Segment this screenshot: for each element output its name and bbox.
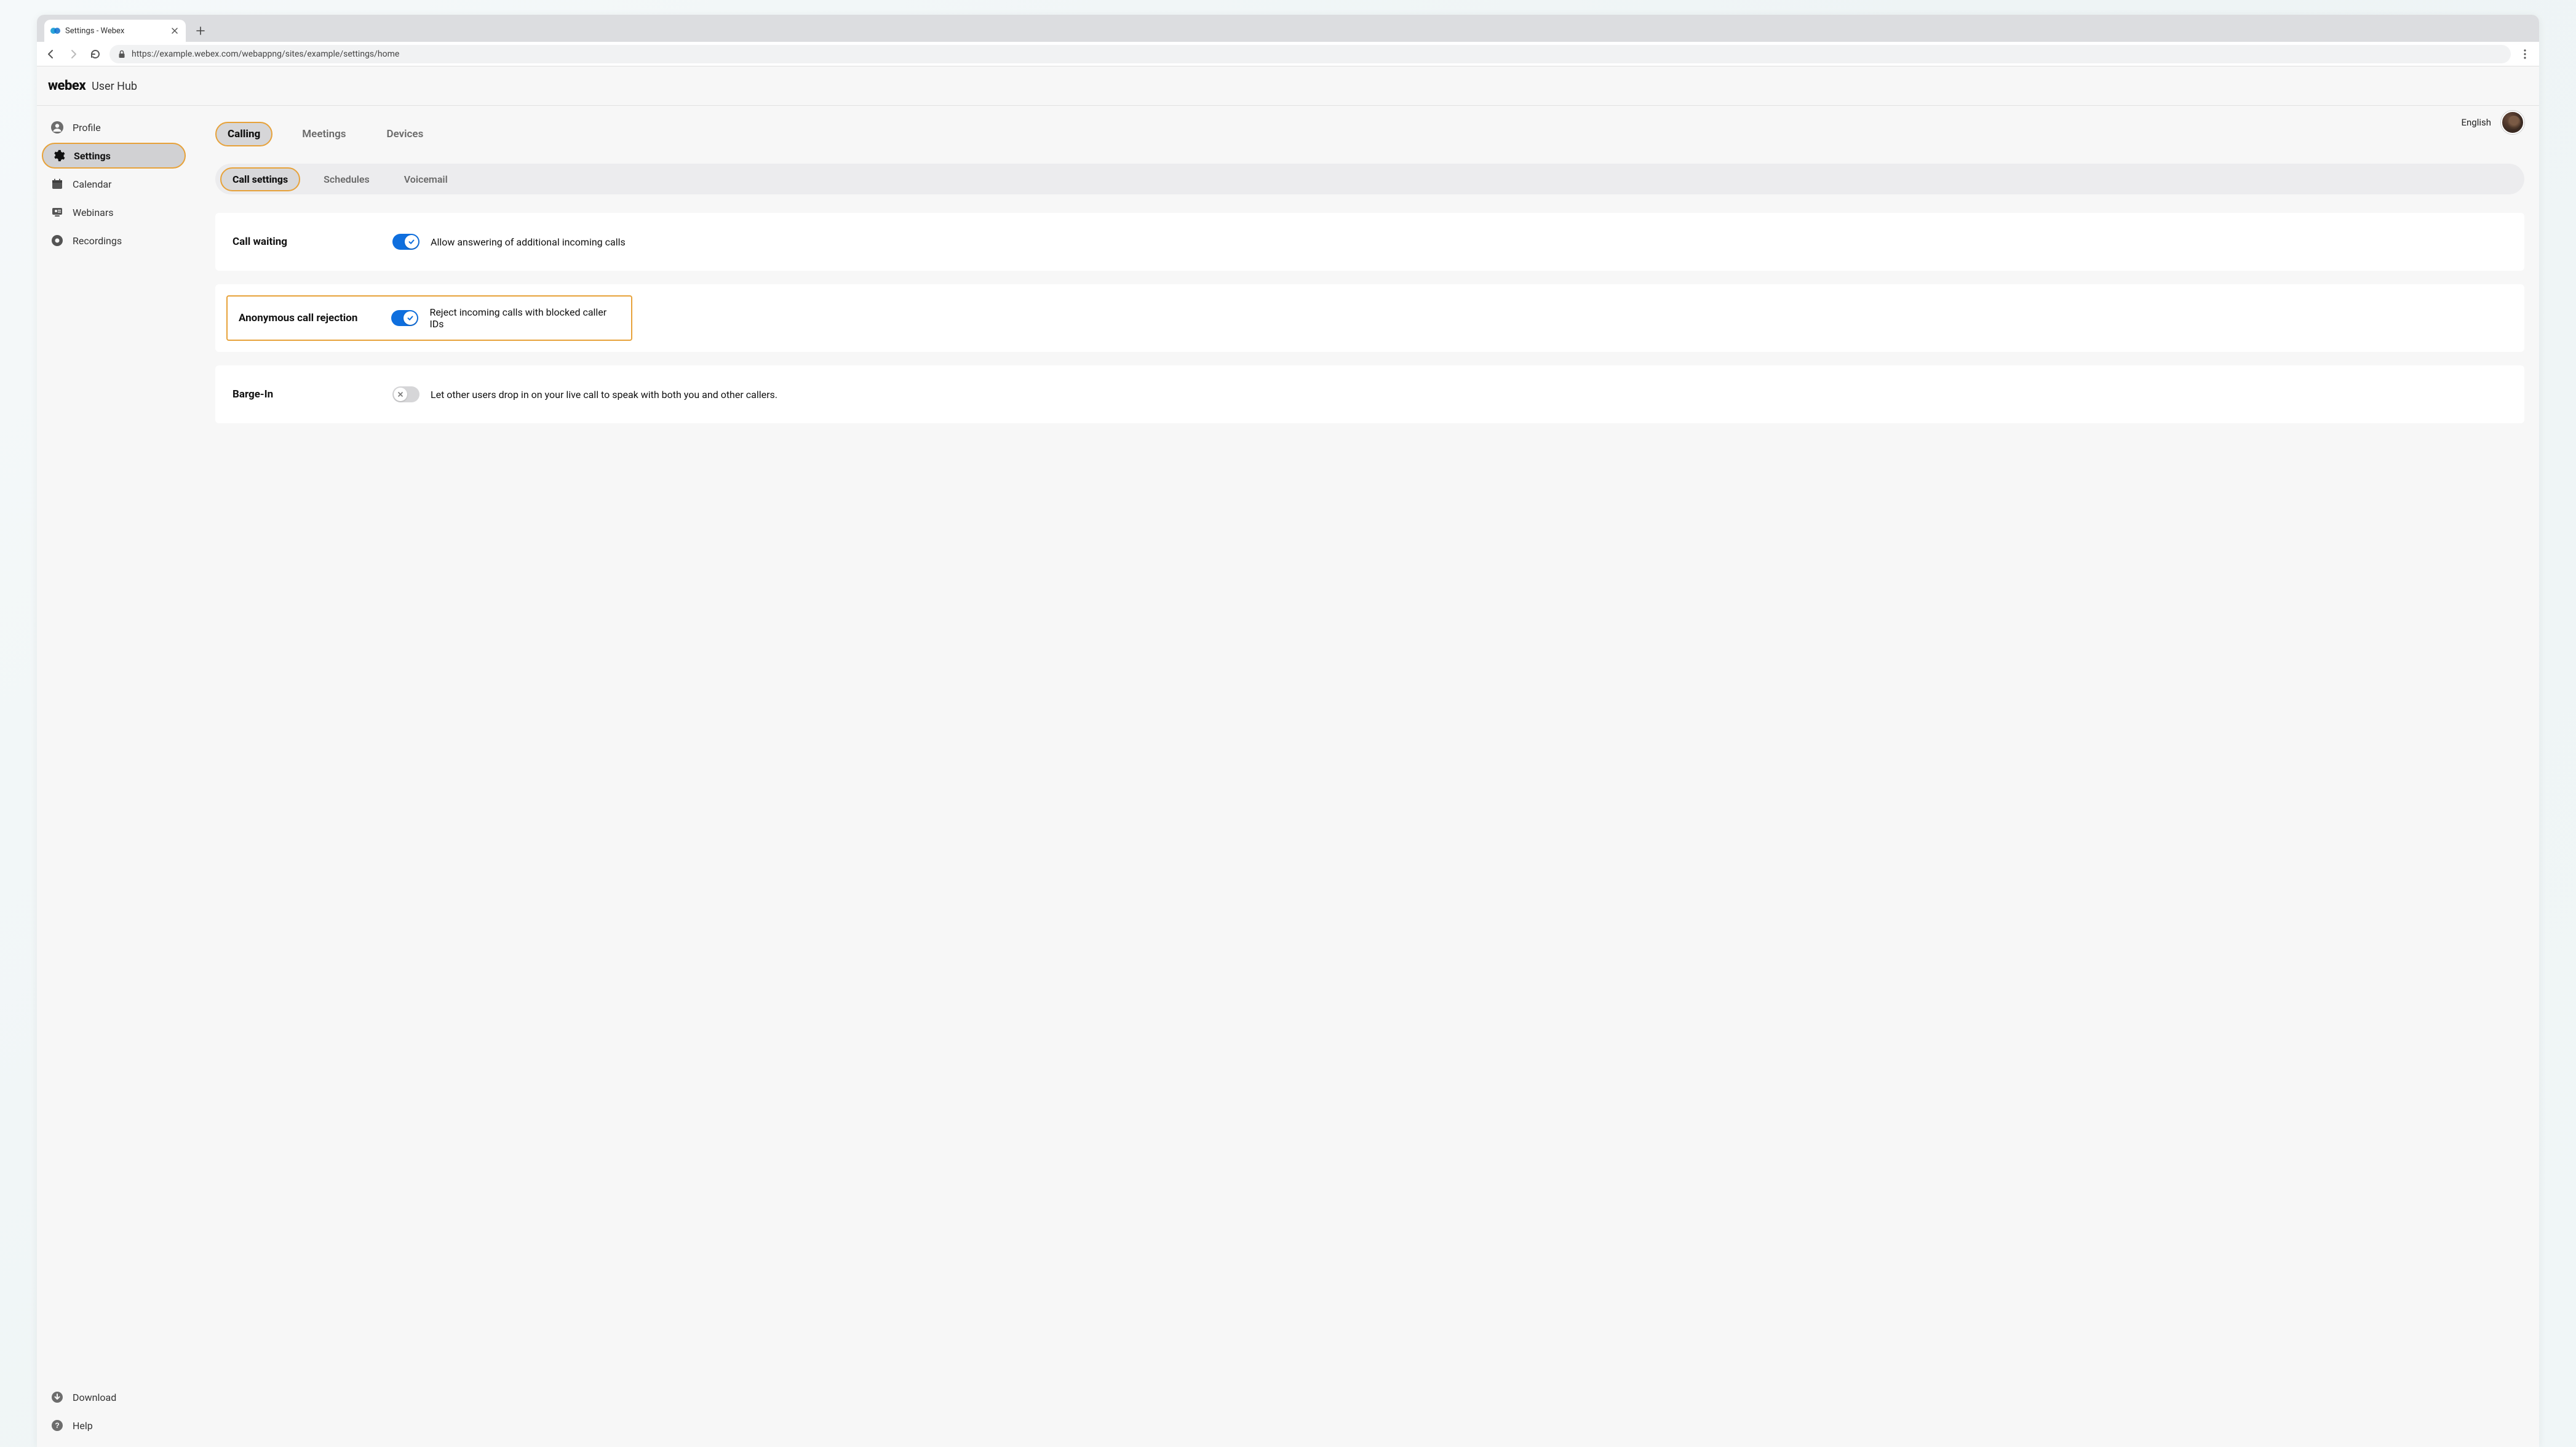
sidebar-item-settings[interactable]: Settings <box>42 143 186 169</box>
setting-title: Anonymous call rejection <box>239 312 391 324</box>
sidebar-item-profile[interactable]: Profile <box>42 114 186 140</box>
browser-tab-title: Settings - Webex <box>65 26 124 36</box>
setting-card-anon-reject: Anonymous call rejection Reject incoming… <box>215 284 2524 352</box>
app-root: webex User Hub Profile <box>37 66 2539 1447</box>
check-icon <box>403 311 417 325</box>
person-icon <box>50 121 64 134</box>
app-body: Profile Settings Calendar <box>37 106 2539 1447</box>
record-icon <box>50 234 64 247</box>
calendar-icon <box>50 177 64 191</box>
sidebar-item-label: Help <box>73 1420 93 1432</box>
svg-text:?: ? <box>55 1421 59 1430</box>
language-selector[interactable]: English <box>2461 117 2491 128</box>
sub-tabs: Call settings Schedules Voicemail <box>215 164 2524 194</box>
setting-desc: Reject incoming calls with blocked calle… <box>429 306 620 330</box>
sidebar: Profile Settings Calendar <box>37 106 191 1447</box>
tab-meetings[interactable]: Meetings <box>291 123 357 145</box>
sidebar-item-label: Calendar <box>73 178 111 190</box>
highlighted-setting: Anonymous call rejection Reject incoming… <box>226 295 632 341</box>
header-actions: English <box>2461 111 2524 134</box>
sidebar-item-label: Recordings <box>73 235 122 247</box>
sidebar-item-download[interactable]: Download <box>42 1384 186 1410</box>
brand: webex User Hub <box>48 78 137 94</box>
webex-favicon <box>50 26 60 36</box>
app-header: webex User Hub <box>37 66 2539 106</box>
browser-tab-strip: Settings - Webex <box>37 15 2539 42</box>
x-icon <box>394 388 407 401</box>
setting-card-barge-in: Barge-In Let other users drop in on your… <box>215 365 2524 423</box>
toggle-call-waiting[interactable] <box>392 234 419 250</box>
browser-window: Settings - Webex https://example.webex.c… <box>37 15 2539 1447</box>
forward-button[interactable] <box>65 46 81 62</box>
url-text: https://example.webex.com/webappng/sites… <box>132 49 399 59</box>
sidebar-item-label: Download <box>73 1392 116 1403</box>
download-icon <box>50 1390 64 1404</box>
sidebar-item-label: Profile <box>73 122 101 134</box>
primary-tabs: Calling Meetings Devices <box>215 122 2524 146</box>
subtab-call-settings[interactable]: Call settings <box>220 167 300 191</box>
lock-icon <box>118 50 125 58</box>
setting-title: Call waiting <box>233 236 392 248</box>
toggle-anon-reject[interactable] <box>391 310 418 326</box>
help-icon: ? <box>50 1419 64 1432</box>
browser-toolbar: https://example.webex.com/webappng/sites… <box>37 42 2539 66</box>
subtab-schedules[interactable]: Schedules <box>312 169 381 190</box>
main-content: English Calling Meetings Devices Call se… <box>191 106 2539 1447</box>
subtab-voicemail[interactable]: Voicemail <box>393 169 459 190</box>
settings-list: Call waiting Allow answering of addition… <box>215 213 2524 423</box>
user-avatar[interactable] <box>2501 111 2524 134</box>
gear-icon <box>52 149 65 162</box>
setting-title: Barge-In <box>233 388 392 401</box>
browser-tab[interactable]: Settings - Webex <box>44 20 186 42</box>
sidebar-item-label: Webinars <box>73 207 114 218</box>
brand-logo: webex <box>48 78 85 94</box>
tab-close-button[interactable] <box>170 26 180 36</box>
sidebar-item-help[interactable]: ? Help <box>42 1413 186 1438</box>
sidebar-item-label: Settings <box>74 150 111 162</box>
tab-calling[interactable]: Calling <box>215 122 272 146</box>
sidebar-item-recordings[interactable]: Recordings <box>42 228 186 253</box>
sidebar-item-webinars[interactable]: Webinars <box>42 199 186 225</box>
browser-menu-button[interactable] <box>2517 46 2533 62</box>
back-button[interactable] <box>43 46 59 62</box>
setting-card-call-waiting: Call waiting Allow answering of addition… <box>215 213 2524 271</box>
toggle-barge-in[interactable] <box>392 386 419 402</box>
setting-desc: Let other users drop in on your live cal… <box>431 389 777 401</box>
check-icon <box>405 235 418 249</box>
sidebar-item-calendar[interactable]: Calendar <box>42 171 186 197</box>
reload-button[interactable] <box>87 46 103 62</box>
tab-devices[interactable]: Devices <box>376 123 435 145</box>
new-tab-button[interactable] <box>191 21 210 41</box>
setting-desc: Allow answering of additional incoming c… <box>431 236 626 248</box>
webinar-icon <box>50 205 64 219</box>
address-bar[interactable]: https://example.webex.com/webappng/sites… <box>109 45 2511 63</box>
brand-sub: User Hub <box>92 80 137 93</box>
